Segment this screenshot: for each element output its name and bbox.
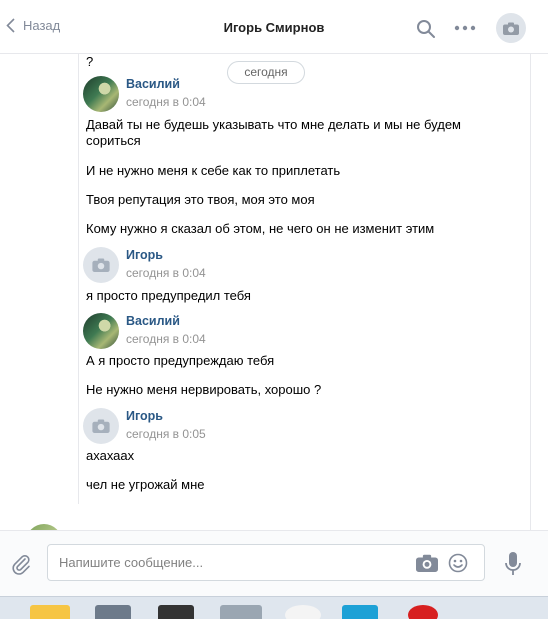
author-name[interactable]: Игорь — [126, 248, 163, 262]
paperclip-icon[interactable] — [10, 553, 32, 575]
message-text: чел не угрожай мне — [86, 477, 205, 492]
more-dots-icon[interactable] — [454, 22, 476, 34]
date-separator: сегодня — [227, 61, 305, 84]
taskbar-app-icon[interactable] — [158, 605, 194, 619]
microphone-icon[interactable] — [503, 551, 523, 577]
message-time[interactable]: сегодня в 0:04 — [126, 332, 206, 346]
camera-icon — [92, 419, 110, 433]
message-text: ? — [86, 54, 94, 69]
chat-avatar[interactable] — [496, 13, 526, 43]
author-name[interactable]: Игорь — [126, 409, 163, 423]
taskbar-app-icon[interactable] — [408, 605, 438, 619]
camera-icon — [503, 22, 519, 35]
message-text: Твоя репутация это твоя, моя это моя — [86, 192, 315, 207]
author-name[interactable]: Василий — [126, 314, 180, 328]
message-text: Кому нужно я сказал об этом, не чего он … — [86, 221, 435, 236]
os-taskbar — [0, 596, 548, 619]
avatar[interactable] — [83, 76, 119, 112]
author-name[interactable]: Василий — [126, 77, 180, 91]
avatar[interactable] — [83, 408, 119, 444]
back-button[interactable]: Назад — [6, 18, 60, 33]
message-history[interactable]: ? сегодня Василий сегодня в 0:04 Давай т… — [0, 54, 548, 530]
taskbar-app-icon[interactable] — [220, 605, 262, 619]
taskbar-app-icon[interactable] — [30, 605, 70, 619]
back-label: Назад — [23, 18, 61, 33]
message-composer — [0, 530, 548, 596]
taskbar-app-icon[interactable] — [285, 605, 321, 619]
camera-icon — [92, 258, 110, 272]
message-text: я просто предупредил тебя — [86, 288, 251, 303]
message-text: Давай ты не будешь указывать что мне дел… — [86, 117, 461, 148]
message-text: Не нужно меня нервировать, хорошо ? — [86, 382, 322, 397]
search-icon[interactable] — [416, 19, 436, 39]
scrollbar-track[interactable] — [530, 54, 531, 530]
chevron-left-icon — [6, 18, 15, 33]
message-input[interactable] — [59, 545, 399, 580]
taskbar-app-icon[interactable] — [342, 605, 378, 619]
smile-icon[interactable] — [448, 553, 468, 573]
message-input-box[interactable] — [47, 544, 485, 581]
message-time[interactable]: сегодня в 0:05 — [126, 427, 206, 441]
thread-line — [78, 54, 79, 504]
message-time[interactable]: сегодня в 0:04 — [126, 95, 206, 109]
avatar[interactable] — [83, 247, 119, 283]
avatar[interactable] — [83, 313, 119, 349]
camera-icon[interactable] — [416, 554, 438, 572]
message-time[interactable]: сегодня в 0:04 — [126, 266, 206, 280]
message-text: А я просто предупреждаю тебя — [86, 353, 275, 368]
taskbar-app-icon[interactable] — [95, 605, 131, 619]
message-text: И не нужно меня к себе как то приплетать — [86, 163, 341, 178]
message-text: ахахаах — [86, 448, 135, 463]
chat-header: Назад Игорь Смирнов — [0, 0, 548, 54]
